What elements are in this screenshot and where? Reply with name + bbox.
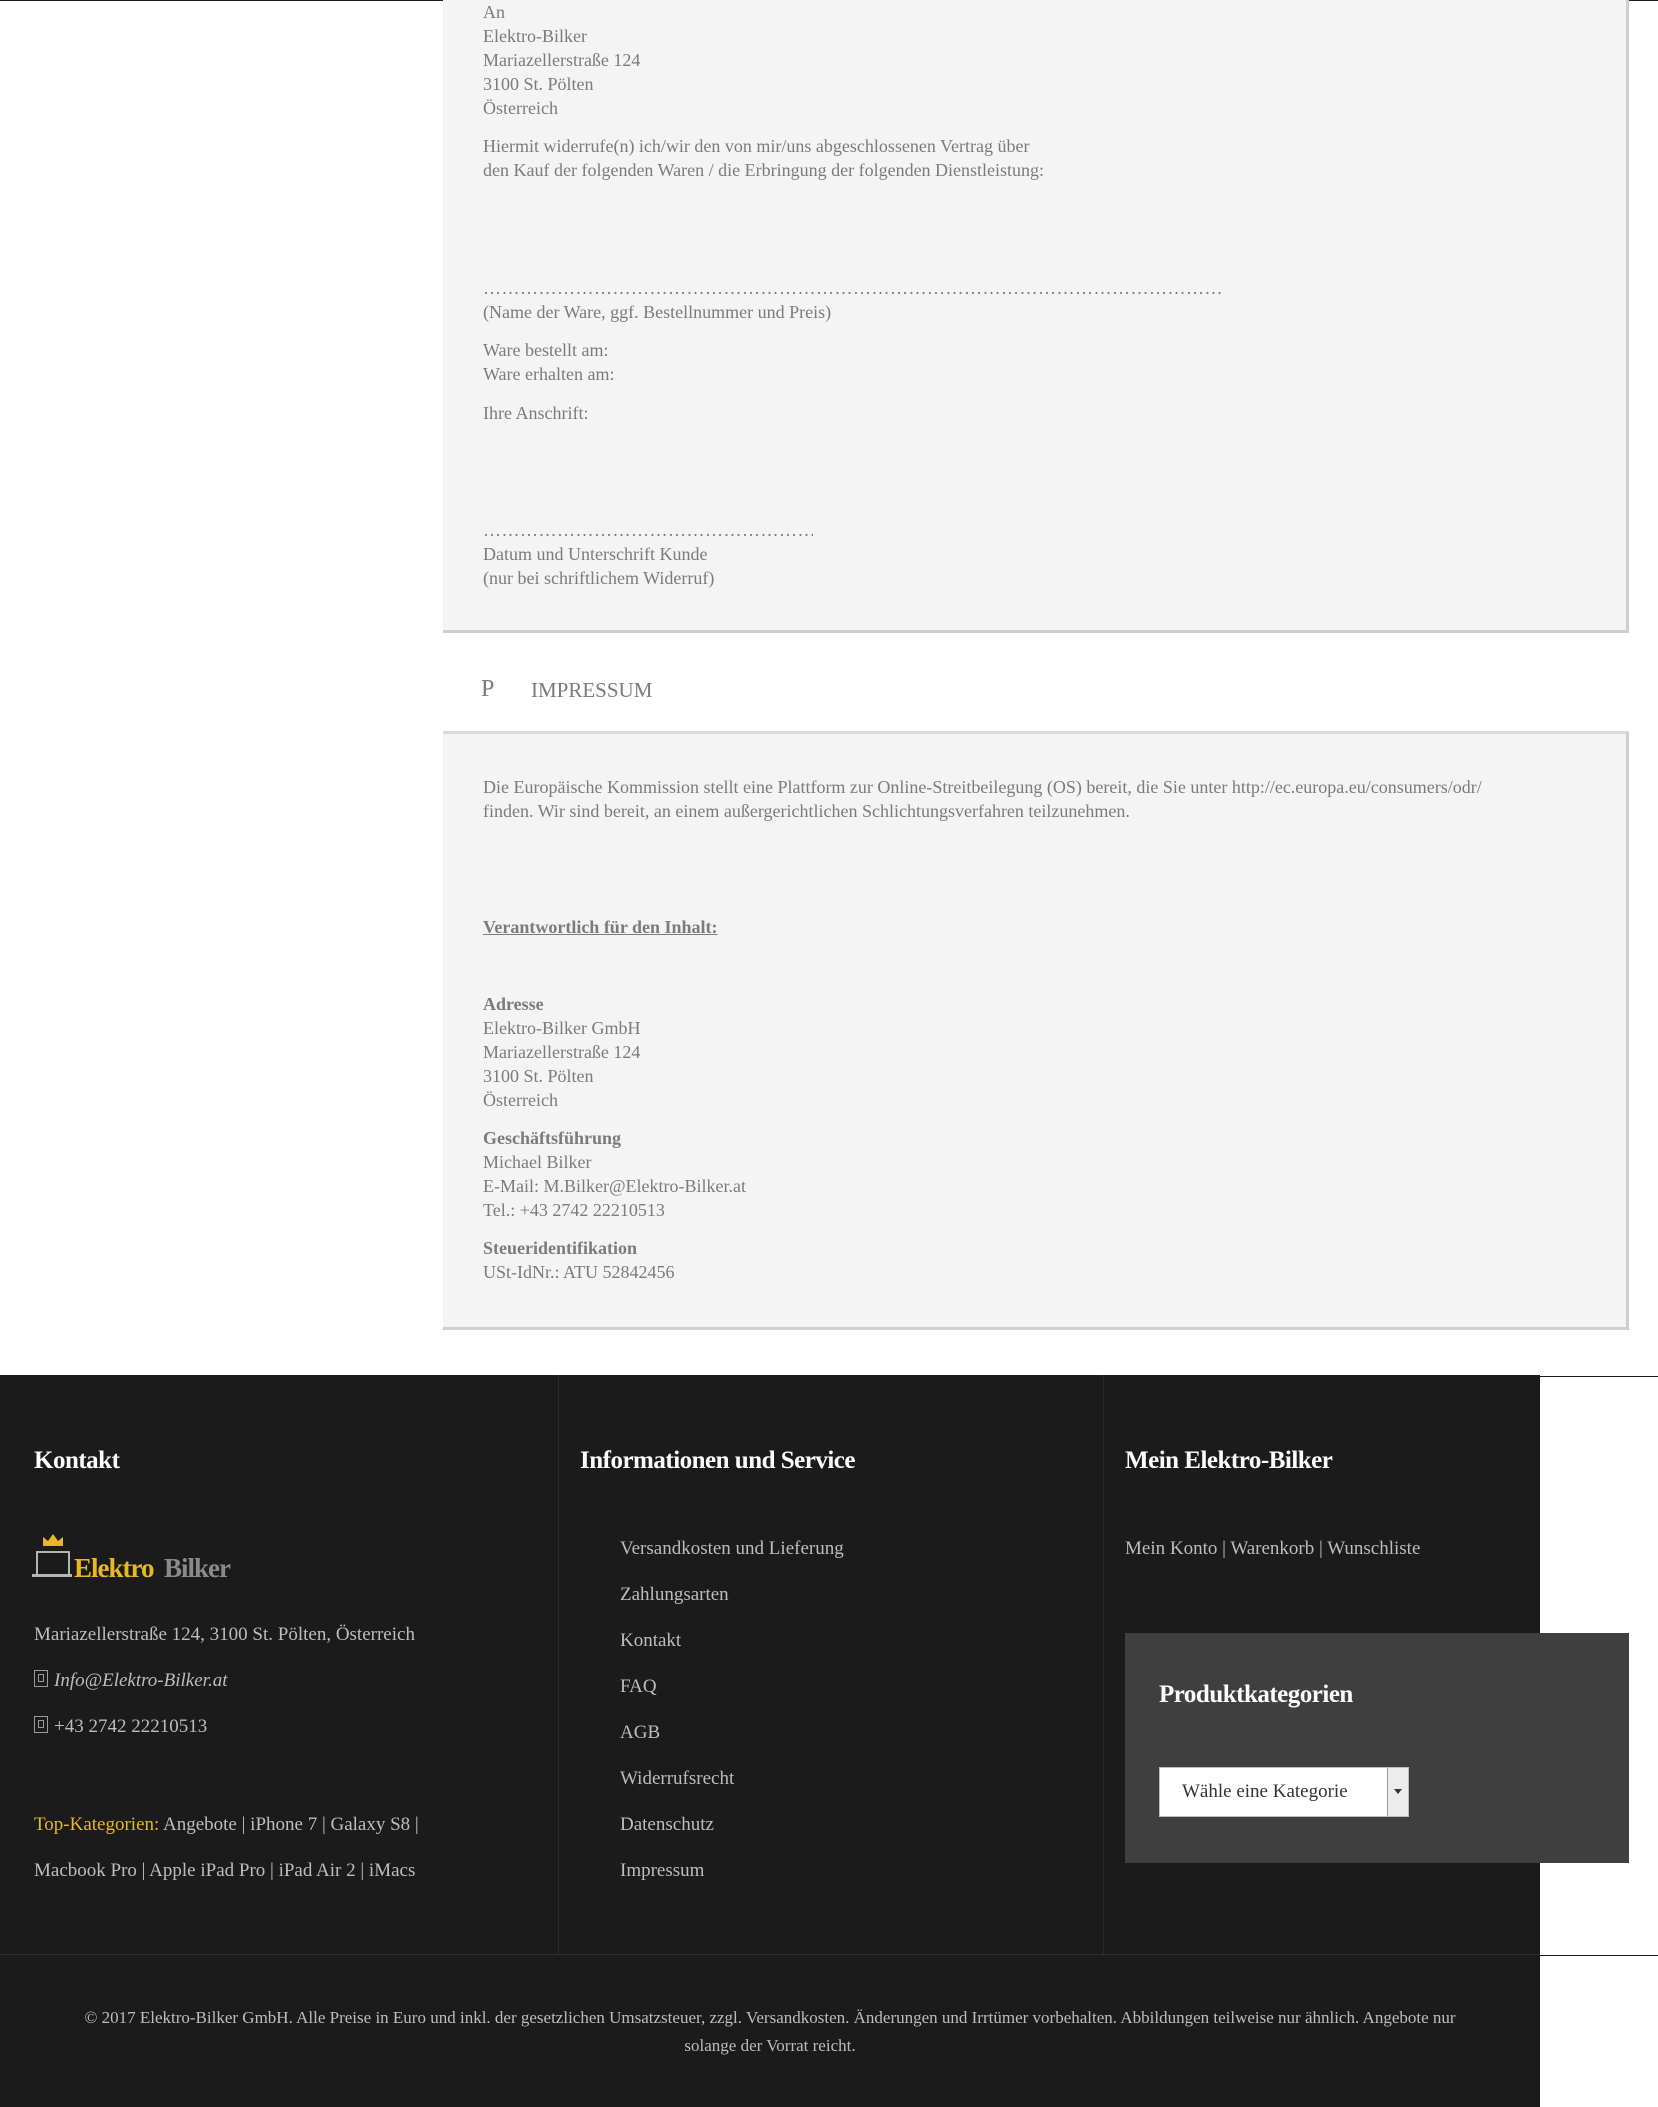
- footer-link-impressum[interactable]: Impressum: [620, 1860, 704, 1882]
- link-wunschliste[interactable]: Wunschliste: [1327, 1538, 1420, 1559]
- footer-edge-line-top: [1540, 1376, 1658, 1377]
- text-adresse-country: Österreich: [483, 1090, 558, 1110]
- footer-link-zahlungsarten[interactable]: Zahlungsarten: [620, 1584, 729, 1606]
- footer-divider-bottom: [0, 1954, 1540, 1955]
- link-warenkorb[interactable]: Warenkorb: [1230, 1538, 1314, 1559]
- footer-divider-1: [558, 1375, 559, 1955]
- text-gf-phone: Tel.: +43 2742 22210513: [483, 1200, 665, 1220]
- top-categories-links-1[interactable]: Angebote | iPhone 7 | Galaxy S8 |: [163, 1814, 419, 1835]
- footer-email[interactable]: Info@Elektro-Bilker.at: [54, 1670, 227, 1691]
- footer-link-agb[interactable]: AGB: [620, 1722, 660, 1744]
- text-country: Österreich: [483, 98, 558, 118]
- text-an: An: [483, 2, 505, 22]
- top-categories-label: Top-Kategorien:: [34, 1814, 160, 1835]
- footer-top-categories-1: Top-Kategorien: Angebote | iPhone 7 | Ga…: [34, 1814, 419, 1836]
- separator: |: [1314, 1538, 1328, 1559]
- footer-address: Mariazellerstraße 124, 3100 St. Pölten, …: [34, 1624, 415, 1645]
- text-erhalten: Ware erhalten am:: [483, 364, 615, 384]
- impressum-panel: Die Europäische Kommission stellt eine P…: [443, 731, 1629, 1330]
- text-steuer: USt-IdNr.: ATU 52842456: [483, 1262, 675, 1282]
- footer-phone[interactable]: +43 2742 22210513: [54, 1716, 207, 1737]
- footer-link-faq[interactable]: FAQ: [620, 1676, 657, 1698]
- dotted-line-ware: …………………………………………………………………………………………………………: [483, 278, 1223, 298]
- text-intro-2: den Kauf der folgenden Waren / die Erbri…: [483, 160, 1045, 180]
- footer-link-versandkosten[interactable]: Versandkosten und Lieferung: [620, 1538, 844, 1560]
- footer-link-widerrufsrecht[interactable]: Widerrufsrecht: [620, 1768, 734, 1790]
- dotted-line-signature: ……………………………………………………: [483, 520, 813, 540]
- text-anschrift: Ihre Anschrift:: [483, 403, 589, 423]
- copyright-line-2: solange der Vorrat reicht.: [684, 2036, 856, 2055]
- label-geschaeftsfuehrung: Geschäftsführung: [483, 1128, 622, 1148]
- footer-link-datenschutz[interactable]: Datenschutz: [620, 1814, 714, 1836]
- label-adresse: Adresse: [483, 994, 544, 1014]
- top-categories-links-2[interactable]: Macbook Pro | Apple iPad Pro | iPad Air …: [34, 1860, 415, 1882]
- footer-logo[interactable]: Elektro Bilker: [32, 1531, 254, 1583]
- text-company: Elektro-Bilker: [483, 26, 587, 46]
- section-letter: P: [481, 676, 495, 702]
- text-verantwortlich: Verantwortlich für den Inhalt:: [483, 917, 718, 937]
- section-title: IMPRESSUM: [531, 678, 653, 702]
- crown-icon: [43, 1534, 63, 1546]
- footer-phone-row[interactable]: +43 2742 22210513: [34, 1716, 207, 1738]
- footer-heading-kontakt: Kontakt: [34, 1447, 120, 1474]
- separator: |: [1217, 1538, 1231, 1559]
- laptop-base: [32, 1574, 72, 1577]
- email-icon: [34, 1670, 48, 1687]
- text-gf-name: Michael Bilker: [483, 1152, 592, 1172]
- footer-account-links: Mein Konto | Warenkorb | Wunschliste: [1125, 1538, 1420, 1560]
- text-intro-1: Hiermit widerrufe(n) ich/wir den von mir…: [483, 136, 1030, 156]
- category-select[interactable]: Wähle eine Kategorie: [1159, 1767, 1409, 1817]
- footer-email-row[interactable]: Info@Elektro-Bilker.at: [34, 1670, 227, 1692]
- link-mein-konto[interactable]: Mein Konto: [1125, 1538, 1217, 1559]
- text-ware-note: (Name der Ware, ggf. Bestellnummer und P…: [483, 302, 832, 322]
- text-city: 3100 St. Pölten: [483, 74, 594, 94]
- widget-heading: Produktkategorien: [1159, 1681, 1353, 1708]
- footer-edge-line-bottom: [1540, 1955, 1658, 1956]
- logo-text-bilker: Bilker: [164, 1553, 231, 1583]
- text-gf-email: E-Mail: M.Bilker@Elektro-Bilker.at: [483, 1176, 747, 1196]
- text-adresse-company: Elektro-Bilker GmbH: [483, 1018, 641, 1038]
- text-street: Mariazellerstraße 124: [483, 50, 641, 70]
- copyright-line-1: © 2017 Elektro-Bilker GmbH. Alle Preise …: [84, 2008, 1456, 2027]
- text-os-2: finden. Wir sind bereit, an einem außerg…: [483, 801, 1130, 821]
- widerruf-panel: An Elektro-Bilker Mariazellerstraße 124 …: [443, 0, 1629, 633]
- footer-heading-info: Informationen und Service: [580, 1447, 856, 1474]
- logo-text-elektro: Elektro: [74, 1553, 154, 1583]
- chevron-down-icon[interactable]: [1387, 1768, 1408, 1816]
- text-os-1: Die Europäische Kommission stellt eine P…: [483, 777, 1482, 797]
- label-steuer: Steueridentifikation: [483, 1238, 638, 1258]
- text-adresse-city: 3100 St. Pölten: [483, 1066, 594, 1086]
- product-categories-widget: Produktkategorien Wähle eine Kategorie: [1125, 1633, 1629, 1863]
- text-bestellt: Ware bestellt am:: [483, 340, 609, 360]
- footer-link-kontakt[interactable]: Kontakt: [620, 1630, 681, 1652]
- text-adresse-street: Mariazellerstraße 124: [483, 1042, 641, 1062]
- text-datum: Datum und Unterschrift Kunde: [483, 544, 708, 564]
- phone-icon: [34, 1716, 48, 1733]
- category-select-value: Wähle eine Kategorie: [1182, 1781, 1348, 1802]
- footer-heading-mein: Mein Elektro-Bilker: [1125, 1447, 1333, 1474]
- text-datum-note: (nur bei schriftlichem Widerruf): [483, 568, 715, 588]
- footer-divider-2: [1103, 1375, 1104, 1955]
